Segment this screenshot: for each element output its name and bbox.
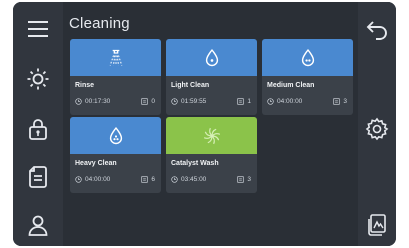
program-duration: 01:59:55 [171, 98, 206, 105]
settings-icon [365, 117, 389, 141]
left-sidebar [13, 2, 63, 246]
droplet-icon [205, 48, 218, 66]
program-name: Rinse [75, 82, 95, 89]
menu-button[interactable] [21, 12, 55, 46]
rinse-spray-icon [109, 49, 122, 66]
program-duration: 04:00:00 [75, 176, 110, 183]
clock-icon [171, 176, 178, 183]
program-run-count: 3 [237, 176, 251, 183]
lock-button[interactable] [21, 112, 55, 146]
count-value: 3 [343, 98, 347, 105]
brightness-button[interactable] [21, 62, 55, 96]
page-title: Cleaning [69, 15, 130, 32]
counter-icon [333, 98, 341, 105]
program-run-count: 6 [141, 176, 155, 183]
log-button[interactable] [21, 160, 55, 194]
droplet-icon [301, 48, 314, 66]
catalyst-swirl-icon [203, 127, 220, 144]
program-card-header [262, 39, 353, 76]
program-card-medium-clean[interactable]: Medium Clean 04:00:00 3 [262, 39, 353, 115]
program-duration: 03:45:00 [171, 176, 206, 183]
program-name: Medium Clean [267, 82, 315, 89]
menu-icon [28, 21, 48, 37]
export-icon [368, 214, 386, 236]
program-card-catalyst-wash[interactable]: Catalyst Wash 03:45:00 3 [166, 117, 257, 193]
counter-icon [141, 176, 149, 183]
program-card-header [166, 39, 257, 76]
program-card-rinse[interactable]: Rinse 00:17:30 0 [70, 39, 161, 115]
duration-value: 04:00:00 [85, 176, 111, 183]
document-icon [29, 166, 47, 188]
clock-icon [171, 98, 178, 105]
droplet-icon [109, 126, 122, 144]
counter-icon [141, 98, 149, 105]
program-name: Heavy Clean [75, 160, 117, 167]
program-card-light-clean[interactable]: Light Clean 01:59:55 1 [166, 39, 257, 115]
program-name: Catalyst Wash [171, 160, 219, 167]
count-value: 6 [151, 176, 155, 183]
program-run-count: 3 [333, 98, 347, 105]
duration-value: 01:59:55 [181, 98, 207, 105]
count-value: 1 [247, 98, 251, 105]
count-value: 0 [151, 98, 155, 105]
count-value: 3 [247, 176, 251, 183]
program-card-header [70, 39, 161, 76]
clock-icon [267, 98, 274, 105]
duration-value: 00:17:30 [85, 98, 111, 105]
clock-icon [75, 98, 82, 105]
duration-value: 03:45:00 [181, 176, 207, 183]
user-button[interactable] [21, 208, 55, 242]
program-card-header [70, 117, 161, 154]
export-button[interactable] [360, 208, 394, 242]
program-run-count: 1 [237, 98, 251, 105]
lock-icon [29, 119, 47, 140]
program-card-header [166, 117, 257, 154]
counter-icon [237, 176, 245, 183]
program-duration: 04:00:00 [267, 98, 302, 105]
back-button[interactable] [360, 12, 394, 46]
program-name: Light Clean [171, 82, 210, 89]
user-icon [28, 215, 48, 236]
cleaning-screen: Cleaning Rinse 00:17:30 0 Light Clean 01… [13, 2, 396, 246]
settings-button[interactable] [360, 112, 394, 146]
program-duration: 00:17:30 [75, 98, 110, 105]
program-run-count: 0 [141, 98, 155, 105]
program-card-heavy-clean[interactable]: Heavy Clean 04:00:00 6 [70, 117, 161, 193]
brightness-icon [27, 68, 49, 90]
back-icon [366, 21, 387, 40]
right-sidebar [358, 2, 396, 246]
duration-value: 04:00:00 [277, 98, 303, 105]
clock-icon [75, 176, 82, 183]
counter-icon [237, 98, 245, 105]
